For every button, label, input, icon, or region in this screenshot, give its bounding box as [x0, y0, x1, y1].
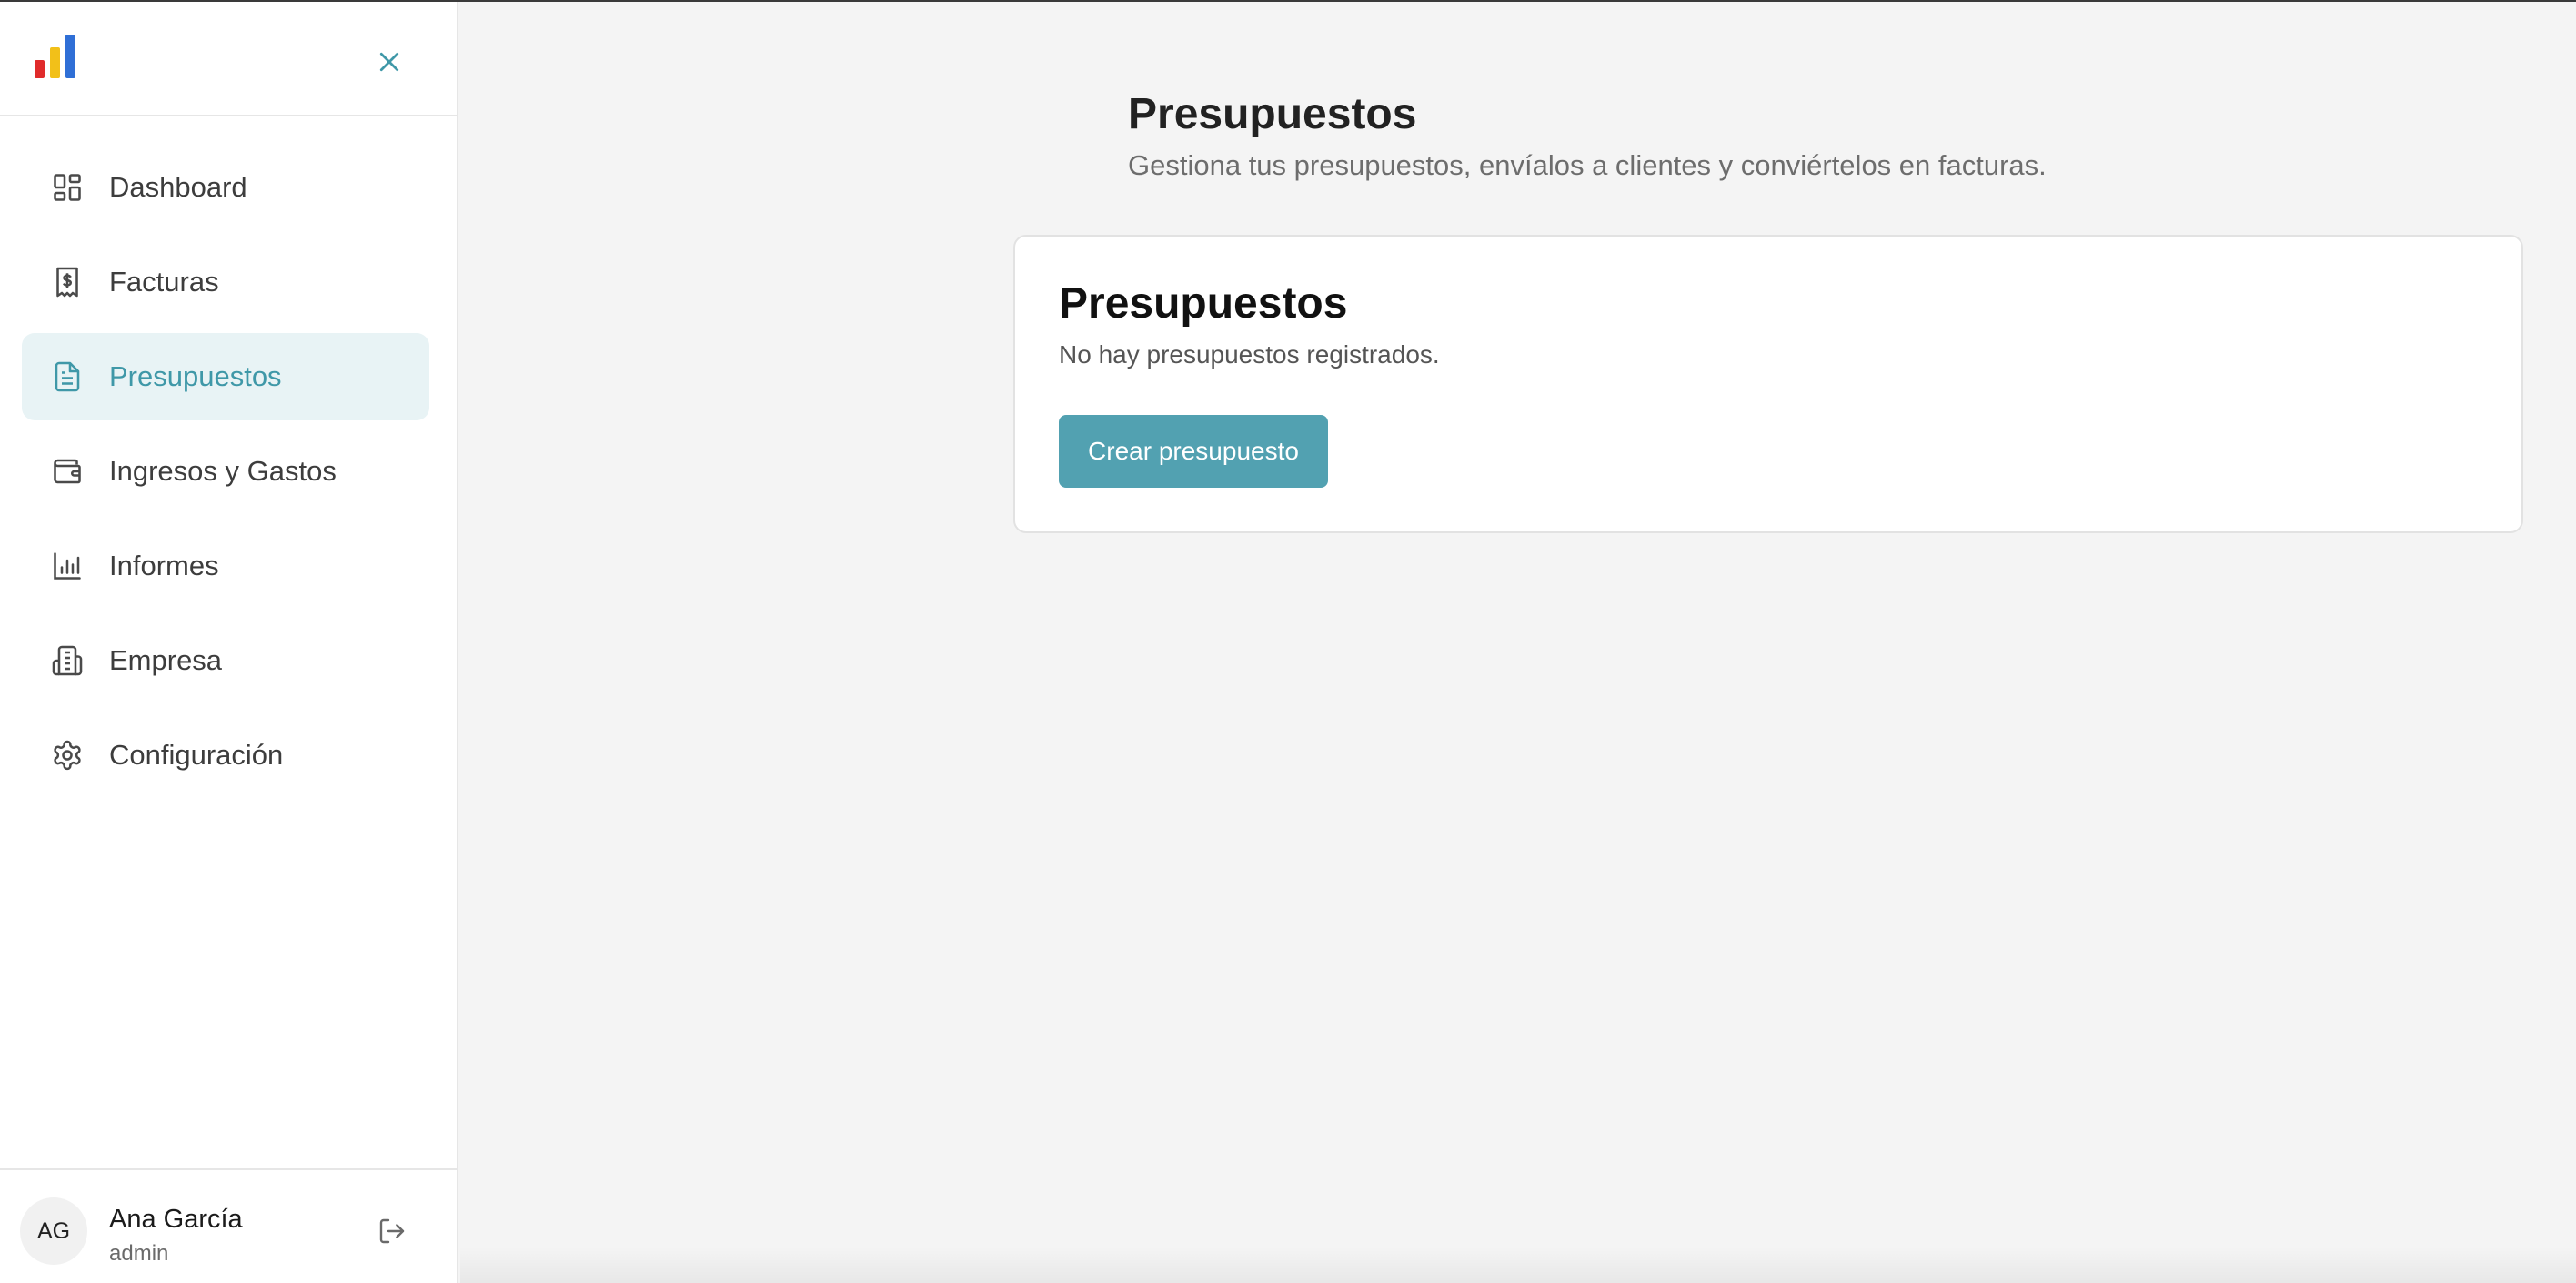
building-icon: [49, 642, 86, 679]
document-icon: [49, 359, 86, 395]
dashboard-icon: [49, 169, 86, 206]
sidebar-item-dashboard[interactable]: Dashboard: [22, 144, 429, 231]
gear-icon: [49, 737, 86, 773]
create-quote-button[interactable]: Crear presupuesto: [1059, 415, 1328, 488]
sidebar-item-label: Empresa: [109, 644, 223, 676]
logout-icon: [379, 1218, 405, 1244]
sidebar-item-label: Configuración: [109, 739, 284, 771]
sidebar-item-presupuestos[interactable]: Presupuestos: [22, 333, 429, 420]
sidebar: Dashboard Facturas Presupuestos Ingresos…: [0, 2, 458, 1283]
sidebar-item-label: Ingresos y Gastos: [109, 455, 337, 487]
avatar[interactable]: AG: [20, 1197, 87, 1265]
close-sidebar-button[interactable]: [367, 40, 411, 84]
sidebar-header: [0, 2, 457, 116]
sidebar-item-label: Presupuestos: [109, 360, 282, 392]
card-title: Presupuestos: [1059, 279, 1348, 328]
user-role: admin: [109, 1241, 169, 1266]
sidebar-item-facturas[interactable]: Facturas: [22, 238, 429, 326]
sidebar-item-label: Dashboard: [109, 171, 247, 203]
sidebar-item-ingresos-gastos[interactable]: Ingresos y Gastos: [22, 428, 429, 515]
quotes-card: Presupuestos No hay presupuestos registr…: [1013, 235, 2523, 533]
bar-chart-logo-icon: [35, 35, 76, 78]
user-name: Ana García: [109, 1205, 243, 1234]
user-panel: AG Ana García admin: [0, 1168, 457, 1283]
main-content: Presupuestos Gestiona tus presupuestos, …: [460, 2, 2576, 1283]
empty-state-message: No hay presupuestos registrados.: [1059, 340, 1440, 369]
bottom-shadow: [460, 1247, 2576, 1283]
bar-chart-icon: [49, 548, 86, 584]
page-title: Presupuestos: [1128, 90, 1417, 138]
close-icon: [379, 52, 399, 72]
wallet-icon: [49, 453, 86, 490]
sidebar-item-configuracion[interactable]: Configuración: [22, 712, 429, 799]
sidebar-item-empresa[interactable]: Empresa: [22, 617, 429, 704]
sidebar-item-label: Facturas: [109, 266, 219, 298]
app-window: Dashboard Facturas Presupuestos Ingresos…: [0, 0, 2576, 1283]
logout-button[interactable]: [373, 1212, 411, 1250]
sidebar-item-informes[interactable]: Informes: [22, 522, 429, 610]
invoice-dollar-icon: [49, 264, 86, 300]
sidebar-item-label: Informes: [109, 550, 219, 581]
page-subtitle: Gestiona tus presupuestos, envíalos a cl…: [1128, 149, 2047, 181]
